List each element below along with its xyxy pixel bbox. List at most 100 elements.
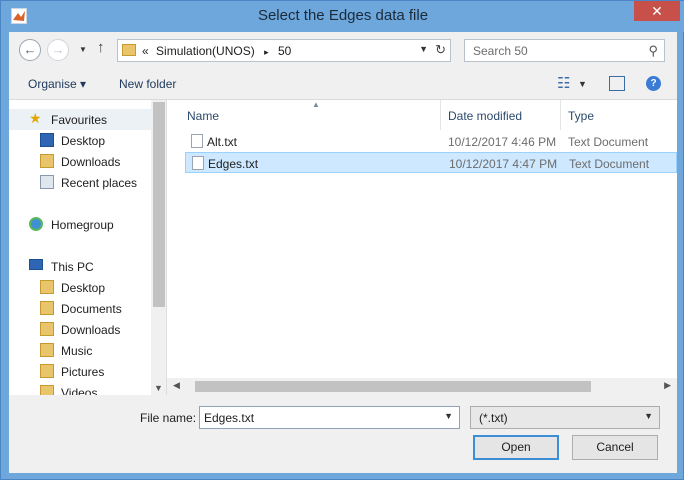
new-folder-button[interactable]: New folder xyxy=(119,77,176,91)
up-arrow-icon[interactable]: ↑ xyxy=(97,39,105,56)
cancel-button[interactable]: Cancel xyxy=(572,435,658,460)
navigation-scrollbar[interactable]: ▼ xyxy=(151,100,166,395)
file-type-filter[interactable]: (*.txt) ▼ xyxy=(470,406,660,429)
desktop-icon xyxy=(40,133,54,147)
nav-item-label: Desktop xyxy=(61,134,106,148)
folder-icon xyxy=(40,280,54,294)
pictures-folder-icon xyxy=(40,364,54,378)
file-type: Text Document xyxy=(569,157,650,171)
nav-item-homegroup[interactable]: Homegroup xyxy=(9,214,151,235)
dialog-client: ← → ▼ ↑ « Simulation(UNOS) ▸ 50 ▼ ↻ Sear… xyxy=(9,32,677,473)
recent-locations-chevron-icon[interactable]: ▼ xyxy=(79,45,87,54)
scrollbar-thumb[interactable] xyxy=(195,381,591,392)
chevron-down-icon[interactable]: ▼ xyxy=(644,411,653,421)
sort-ascending-icon: ▲ xyxy=(312,100,320,109)
file-name: Alt.txt xyxy=(207,135,238,149)
nav-item-label: Downloads xyxy=(61,155,121,169)
scrollbar-thumb[interactable] xyxy=(153,102,165,307)
homegroup-icon xyxy=(29,217,43,231)
file-date: 10/12/2017 4:47 PM xyxy=(449,157,558,171)
nav-item-label: This PC xyxy=(51,260,94,274)
dialog-window: Select the Edges data file ✕ ← → ▼ ↑ « S… xyxy=(0,0,684,480)
file-row-selected[interactable]: Edges.txt 10/12/2017 4:47 PM Text Docume… xyxy=(185,152,677,173)
downloads-folder-icon xyxy=(40,322,54,336)
search-icon[interactable]: ⚲ xyxy=(648,43,658,59)
column-header-name[interactable]: Name xyxy=(187,109,219,123)
column-divider[interactable] xyxy=(440,100,441,130)
nav-item-music[interactable]: Music xyxy=(9,340,151,361)
back-button[interactable]: ← xyxy=(19,39,41,61)
file-name-value[interactable]: Edges.txt xyxy=(204,411,254,425)
file-date: 10/12/2017 4:46 PM xyxy=(448,135,557,149)
documents-folder-icon xyxy=(40,301,54,315)
address-bar[interactable]: « Simulation(UNOS) ▸ 50 ▼ ↻ xyxy=(117,39,451,62)
file-list-scrollbar[interactable]: ◀ ▶ xyxy=(167,378,677,395)
search-box[interactable]: Search 50 ⚲ xyxy=(464,39,665,62)
view-chevron-down-icon[interactable]: ▼ xyxy=(578,79,587,89)
nav-item-recent-places[interactable]: Recent places xyxy=(9,172,151,193)
folder-icon xyxy=(122,44,136,56)
breadcrumb-separator[interactable]: ▸ xyxy=(264,47,269,57)
breadcrumb: « Simulation(UNOS) ▸ 50 xyxy=(142,44,291,58)
downloads-folder-icon xyxy=(40,154,54,168)
nav-item-label: Videos xyxy=(61,386,98,395)
nav-item-pc-downloads[interactable]: Downloads xyxy=(9,319,151,340)
arrow-right-icon: → xyxy=(51,42,65,57)
nav-item-desktop[interactable]: Desktop xyxy=(9,130,151,151)
file-name-field[interactable]: Edges.txt ▼ xyxy=(199,406,460,429)
nav-item-label: Recent places xyxy=(61,176,138,190)
navigation-pane[interactable]: ★ Favourites Desktop Downloads Recent pl… xyxy=(9,100,167,395)
nav-item-favourites[interactable]: ★ Favourites xyxy=(9,109,151,130)
nav-item-label: Music xyxy=(61,344,93,358)
nav-item-videos[interactable]: Videos xyxy=(9,382,151,395)
command-bar: Organise ▾ New folder ☷ ▼ ? xyxy=(9,68,677,100)
file-type: Text Document xyxy=(568,135,649,149)
forward-button[interactable]: → xyxy=(47,39,69,61)
close-button[interactable]: ✕ xyxy=(634,1,680,21)
column-header-date-modified[interactable]: Date modified xyxy=(448,109,522,123)
column-divider[interactable] xyxy=(560,100,561,130)
address-chevron-down-icon[interactable]: ▼ xyxy=(419,44,428,54)
preview-pane-icon[interactable] xyxy=(609,76,625,91)
star-icon: ★ xyxy=(29,110,42,126)
file-name: Edges.txt xyxy=(208,157,259,171)
refresh-icon[interactable]: ↻ xyxy=(435,42,446,58)
browser-body: ★ Favourites Desktop Downloads Recent pl… xyxy=(9,100,677,395)
nav-item-label: Homegroup xyxy=(51,218,114,232)
organise-button[interactable]: Organise ▾ xyxy=(28,77,86,91)
nav-item-label: Desktop xyxy=(61,281,106,295)
breadcrumb-overflow[interactable]: « xyxy=(142,44,149,58)
nav-item-documents[interactable]: Documents xyxy=(9,298,151,319)
recent-places-icon xyxy=(40,175,54,189)
nav-item-label: Pictures xyxy=(61,365,105,379)
title-bar[interactable]: Select the Edges data file ✕ xyxy=(1,1,684,32)
chevron-right-icon[interactable]: ▶ xyxy=(664,380,671,391)
file-list-pane: ▲ Name Date modified Type Alt.txt 10/12/… xyxy=(167,100,677,395)
file-name-label: File name: xyxy=(140,411,197,425)
text-file-icon xyxy=(192,156,204,170)
nav-item-downloads[interactable]: Downloads xyxy=(9,151,151,172)
search-input[interactable]: Search 50 xyxy=(473,44,528,58)
column-header-type[interactable]: Type xyxy=(568,109,594,123)
file-type-filter-value: (*.txt) xyxy=(479,411,508,425)
nav-item-label: Favourites xyxy=(51,113,108,127)
videos-folder-icon xyxy=(40,385,54,395)
chevron-down-icon[interactable]: ▼ xyxy=(154,383,163,393)
nav-item-pictures[interactable]: Pictures xyxy=(9,361,151,382)
dialog-title: Select the Edges data file xyxy=(257,7,429,24)
view-options-icon[interactable]: ☷ xyxy=(557,74,570,92)
help-icon[interactable]: ? xyxy=(646,76,661,91)
chevron-left-icon[interactable]: ◀ xyxy=(173,380,180,391)
breadcrumb-current[interactable]: 50 xyxy=(278,44,291,58)
address-row: ← → ▼ ↑ « Simulation(UNOS) ▸ 50 ▼ ↻ Sear… xyxy=(9,32,677,68)
nav-item-label: Documents xyxy=(61,302,122,316)
chevron-down-icon[interactable]: ▼ xyxy=(444,411,453,421)
nav-item-pc-desktop[interactable]: Desktop xyxy=(9,277,151,298)
open-button[interactable]: Open xyxy=(473,435,559,460)
computer-icon xyxy=(29,259,43,270)
nav-item-this-pc[interactable]: This PC xyxy=(9,256,151,277)
file-row[interactable]: Alt.txt 10/12/2017 4:46 PM Text Document xyxy=(185,131,677,152)
dialog-footer: File name: Edges.txt ▼ (*.txt) ▼ Open Ca… xyxy=(9,395,677,473)
breadcrumb-segment[interactable]: Simulation(UNOS) xyxy=(156,44,255,58)
nav-item-label: Downloads xyxy=(61,323,121,337)
